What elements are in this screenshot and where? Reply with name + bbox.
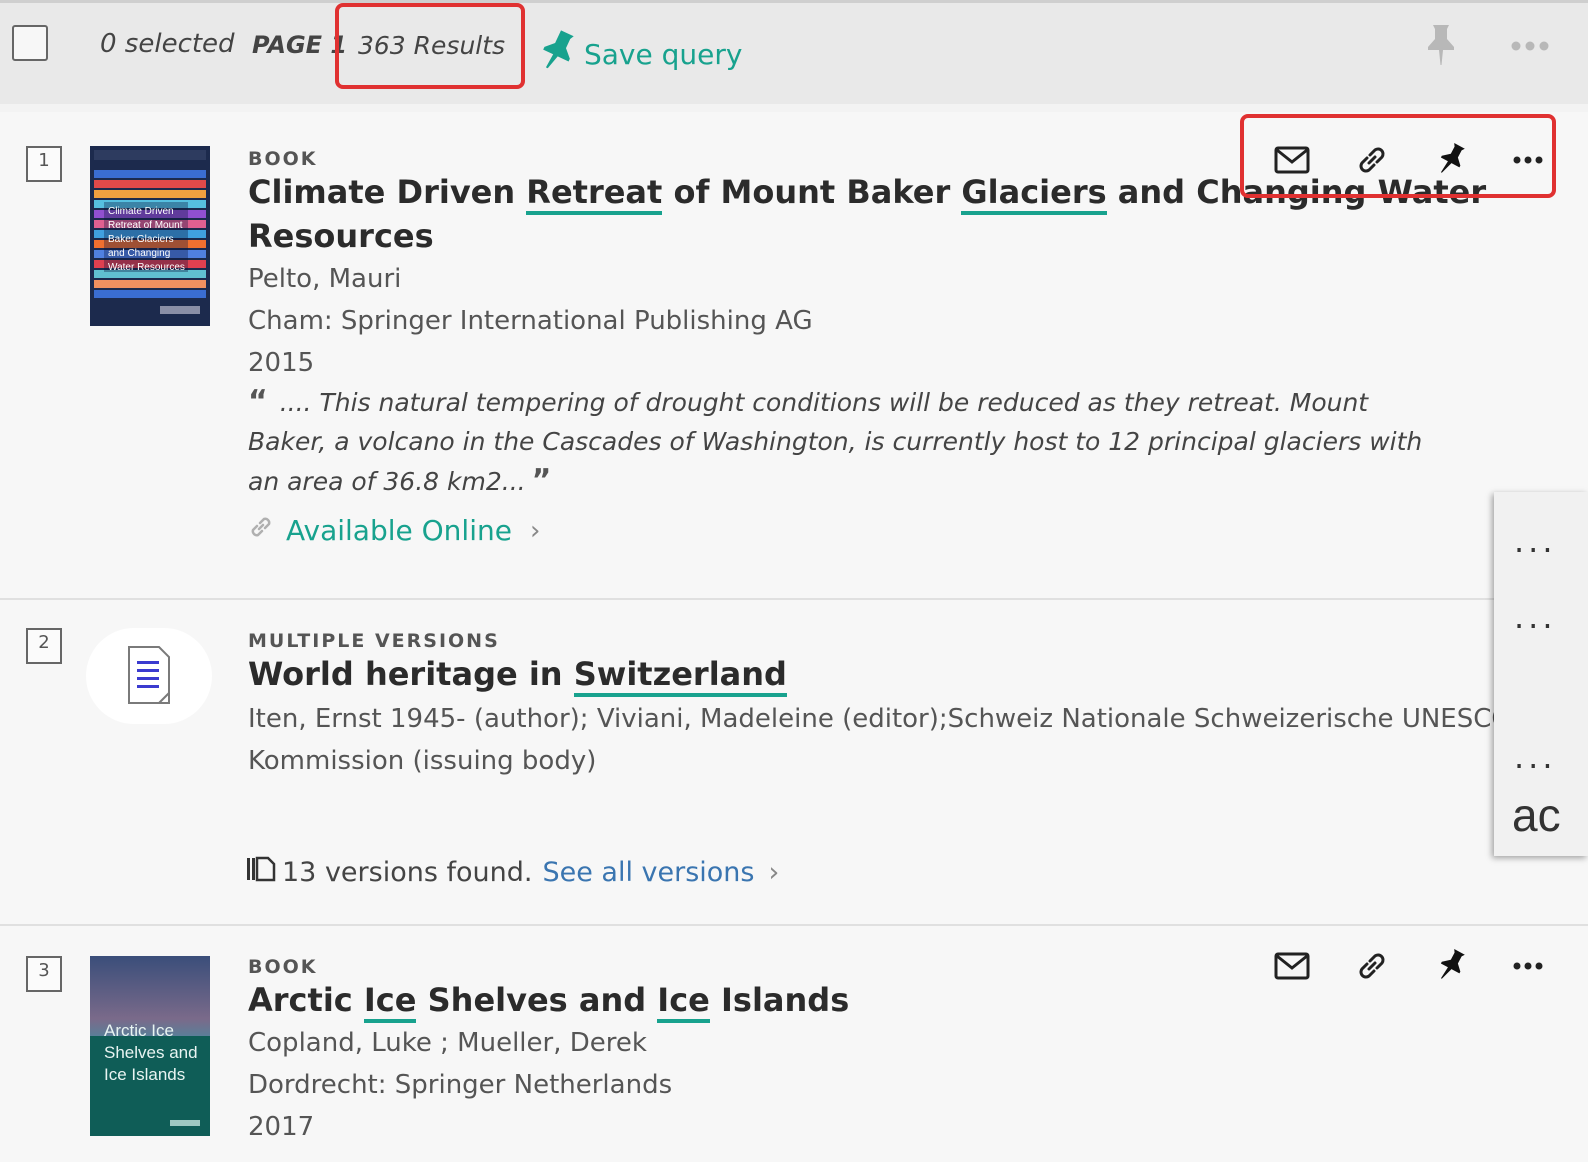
result-item[interactable]: 3 Arctic Ice Shelves and Ice Islands BOO…	[0, 926, 1588, 1162]
result-type: BOOK	[248, 148, 318, 170]
permalink-button[interactable]	[1348, 942, 1396, 990]
results-toolbar: 0 selected PAGE 1 363 Results Save query	[0, 0, 1588, 104]
result-number: 3	[26, 956, 62, 992]
panel-dots: ...	[1514, 738, 1557, 776]
result-year: 2017	[248, 1112, 315, 1142]
svg-text:Ice Islands: Ice Islands	[104, 1065, 185, 1084]
selected-count: 0 selected	[100, 29, 235, 59]
result-type: BOOK	[248, 956, 318, 978]
side-overflow-panel[interactable]: ... ... ... ac	[1494, 492, 1588, 856]
title-highlight: Glaciers	[961, 173, 1107, 215]
result-type: MULTIPLE VERSIONS	[248, 630, 500, 652]
result-contributors-cont: Kommission (issuing body)	[248, 746, 597, 776]
result-author: Copland, Luke ; Mueller, Derek	[248, 1028, 647, 1058]
more-dots-icon	[1511, 41, 1549, 51]
toolbar-more-button[interactable]	[1508, 31, 1552, 61]
title-highlight: Ice	[363, 981, 417, 1023]
result-snippet: “.... This natural tempering of drought …	[248, 382, 1448, 501]
svg-text:Climate Driven: Climate Driven	[108, 206, 174, 217]
open-quote-icon: “	[248, 384, 268, 419]
svg-text:Retreat of Mount: Retreat of Mount	[108, 220, 183, 231]
result-contributors: Iten, Ernst 1945- (author); Viviani, Mad…	[248, 704, 1522, 734]
svg-text:Baker Glaciers: Baker Glaciers	[108, 234, 174, 245]
result-number: 1	[26, 146, 62, 182]
more-actions-button[interactable]	[1504, 942, 1552, 990]
email-icon	[1274, 952, 1310, 980]
result-title[interactable]: World heritage in Switzerland	[248, 652, 787, 697]
title-segment: Shelves and	[416, 981, 658, 1019]
result-number: 2	[26, 628, 62, 664]
pinned-items-button[interactable]	[1424, 23, 1458, 67]
title-segment: Arctic	[248, 981, 364, 1019]
pin-icon	[542, 29, 574, 80]
versions-icon	[246, 856, 276, 889]
result-publisher: Dordrecht: Springer Netherlands	[248, 1070, 673, 1100]
svg-text:Arctic Ice: Arctic Ice	[104, 1021, 174, 1040]
snippet-text: .... This natural tempering of drought c…	[248, 388, 1423, 496]
title-highlight: Switzerland	[573, 655, 787, 697]
svg-text:Shelves and: Shelves and	[104, 1043, 198, 1062]
pin-icon	[1440, 949, 1465, 979]
panel-dots: ...	[1514, 522, 1557, 560]
save-query-button[interactable]: Save query	[542, 29, 742, 80]
close-quote-icon: ”	[531, 463, 552, 498]
link-icon	[248, 514, 274, 547]
document-icon	[128, 646, 170, 704]
title-highlight: Ice	[657, 981, 710, 1023]
see-all-versions-link[interactable]: See all versions	[542, 857, 754, 888]
result-item[interactable]: 2 MULTIPLE VERSIONS World heritage in Sw…	[0, 600, 1588, 926]
result-actions	[1268, 942, 1552, 990]
thumbnail[interactable]	[86, 628, 212, 724]
svg-text:and Changing: and Changing	[108, 248, 170, 259]
title-segment: Islands	[709, 981, 850, 1019]
pin-button[interactable]	[1428, 942, 1476, 990]
title-segment: of Mount Baker	[662, 173, 962, 211]
book-cover[interactable]: Climate Driven Retreat of Mount Baker Gl…	[90, 146, 210, 326]
pin-icon	[1428, 25, 1454, 65]
panel-text: ac	[1512, 789, 1561, 841]
result-title[interactable]: Arctic Ice Shelves and Ice Islands	[248, 978, 850, 1023]
chevron-right-icon[interactable]: ›	[769, 857, 780, 888]
page-indicator: PAGE 1	[252, 31, 348, 59]
save-query-label: Save query	[584, 38, 743, 71]
more-dots-icon	[1513, 962, 1543, 970]
result-author: Pelto, Mauri	[248, 264, 402, 294]
chevron-right-icon: ›	[529, 515, 541, 546]
result-year: 2015	[248, 348, 315, 378]
versions-count: 13 versions found.	[282, 857, 533, 888]
svg-text:Water Resources: Water Resources	[108, 262, 185, 273]
panel-dots: ...	[1514, 598, 1557, 636]
result-publisher: Cham: Springer International Publishing …	[248, 306, 813, 336]
results-count-highlight	[335, 3, 525, 89]
link-icon	[1359, 953, 1385, 979]
title-segment: Resources	[248, 217, 434, 255]
email-button[interactable]	[1268, 942, 1316, 990]
availability-label: Available Online	[286, 514, 512, 547]
title-segment: World heritage in	[248, 655, 574, 693]
book-cover[interactable]: Arctic Ice Shelves and Ice Islands	[90, 956, 210, 1136]
actions-highlight	[1240, 114, 1556, 198]
title-highlight: Retreat	[526, 173, 663, 215]
availability-link[interactable]: Available Online ›	[248, 514, 540, 547]
select-all-checkbox[interactable]	[12, 25, 48, 61]
versions-info: 13 versions found. See all versions ›	[246, 856, 779, 889]
title-segment: Climate Driven	[248, 173, 527, 211]
